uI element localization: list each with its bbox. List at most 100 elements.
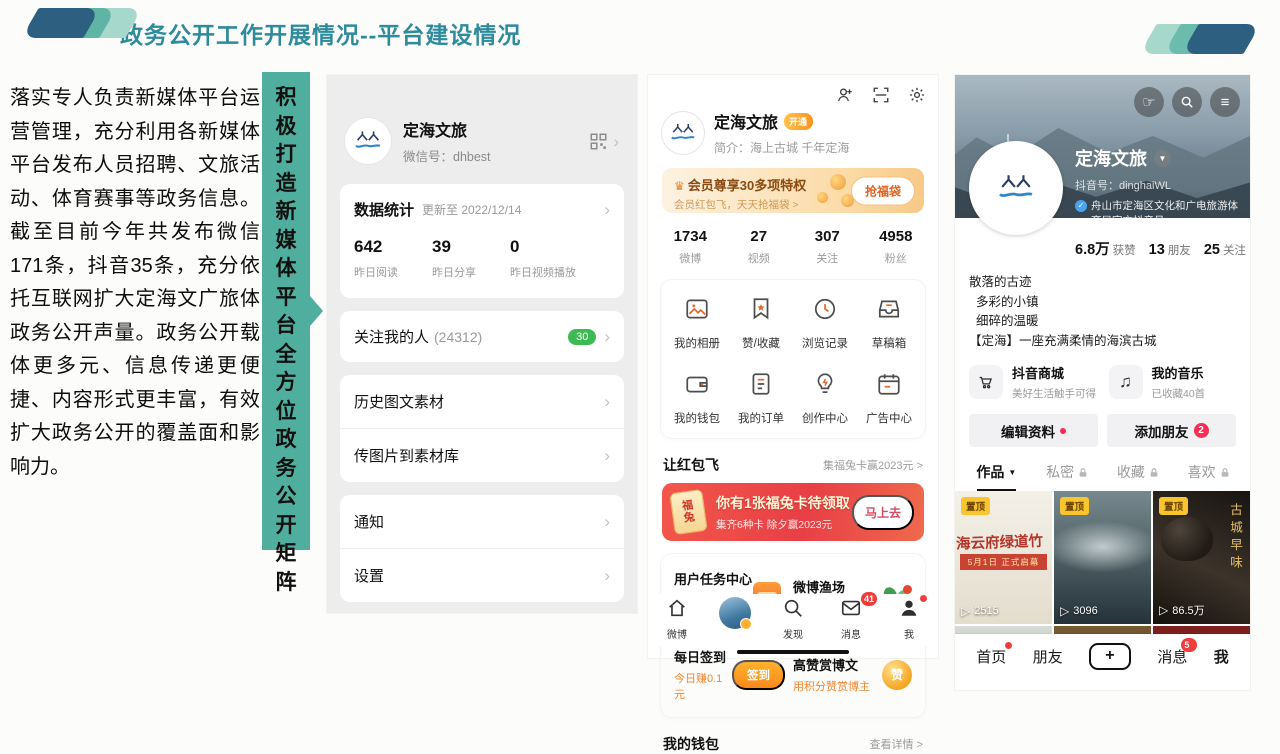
qr-code-icon[interactable] xyxy=(590,133,607,150)
stat-likes[interactable]: 6.8万获赞 xyxy=(1075,238,1136,259)
nav-me[interactable]: 我 xyxy=(1214,646,1229,667)
nav-label: 我 xyxy=(887,626,931,641)
stat-posts[interactable]: 1734微博 xyxy=(656,228,725,266)
chevron-right-icon[interactable]: › xyxy=(604,513,610,530)
menu-label: 通知 xyxy=(354,511,384,532)
go-now-button[interactable]: 马上去 xyxy=(852,495,914,530)
play-count: 2515 xyxy=(974,605,998,617)
settings-gear-icon[interactable] xyxy=(908,86,926,104)
bio-line: 【定海】一座充满柔情的海滨古城 xyxy=(969,332,1236,352)
shortcut-browse-history[interactable]: 浏览记录 xyxy=(793,296,857,351)
add-friends-button[interactable]: 添加朋友 2 xyxy=(1107,414,1236,447)
wallet-details-link[interactable]: 查看详情 > xyxy=(870,736,923,752)
menu-icon[interactable]: ≡ xyxy=(1210,87,1240,117)
video-thumbnail-3[interactable]: 置顶 古城早味 ▷86.5万 xyxy=(1153,491,1250,624)
tab-likes[interactable]: 喜欢 xyxy=(1173,462,1244,491)
video-caption-band: 5月1日 正式启幕 xyxy=(960,554,1047,570)
tab-works[interactable]: 作品▼ xyxy=(961,462,1032,491)
stat-fans[interactable]: 4958粉丝 xyxy=(862,228,931,266)
chevron-right-icon[interactable]: › xyxy=(604,393,610,410)
create-post-button[interactable]: + xyxy=(1089,643,1131,670)
nav-discover[interactable]: 发现 xyxy=(771,597,815,641)
weibo-account-name: 定海文旅 xyxy=(714,109,778,133)
stat-label: 昨日阅读 xyxy=(354,264,398,280)
grab-lucky-bag-button[interactable]: 抢福袋 xyxy=(851,176,915,205)
vertical-banner: 积极打造新媒体平台全方位政务公开矩阵 xyxy=(262,72,310,550)
nav-me[interactable]: 我 xyxy=(887,597,931,641)
add-friend-icon[interactable] xyxy=(836,86,854,104)
stat-friends[interactable]: 13朋友 xyxy=(1149,241,1191,259)
chevron-right-icon[interactable]: › xyxy=(604,447,610,464)
creator-bulb-icon xyxy=(812,371,838,397)
chevron-right-icon[interactable]: › xyxy=(604,328,610,345)
shortcut-ads-center[interactable]: 广告中心 xyxy=(857,371,921,426)
nav-friends[interactable]: 朋友 xyxy=(1033,646,1063,667)
shortcut-drafts[interactable]: 草稿箱 xyxy=(857,296,921,351)
history-clock-icon xyxy=(812,296,838,322)
lucky-rabbit-banner[interactable]: 福兔 你有1张福兔卡待领取 集齐6种卡 除夕赢2023元 马上去 xyxy=(662,483,924,541)
weibo-account-avatar[interactable] xyxy=(662,112,704,154)
nav-messages[interactable]: 消息 5 xyxy=(1157,646,1187,667)
wechat-account-avatar[interactable] xyxy=(345,118,391,164)
weibo-screenshot: 定海文旅 开通 简介：海上古城 千年定海 ♛会员尊享30多项特权 会员红包飞，天… xyxy=(648,75,938,658)
nav-messages[interactable]: 41 消息 xyxy=(829,597,873,641)
shortcut-my-album[interactable]: 我的相册 xyxy=(665,296,729,351)
hongbao-section-link[interactable]: 集福兔卡赢2023元 > xyxy=(823,457,923,473)
chevron-right-icon[interactable]: › xyxy=(604,567,610,584)
shortcut-my-music[interactable]: ♫ 我的音乐已收藏40首 xyxy=(1109,363,1237,401)
notification-dot xyxy=(1005,642,1012,649)
signin-button[interactable]: 签到 xyxy=(732,660,785,690)
tab-label: 喜欢 xyxy=(1188,462,1216,482)
nav-profile-avatar[interactable] xyxy=(713,597,757,629)
menu-item-settings[interactable]: 设置 › xyxy=(340,548,624,602)
video-caption: 海云府绿道竹 xyxy=(956,529,1052,553)
stat-following[interactable]: 25关注 xyxy=(1204,241,1246,259)
membership-badge[interactable]: 开通 xyxy=(784,113,813,130)
home-indicator xyxy=(737,650,849,654)
wechat-stats-header[interactable]: 数据统计 更新至 2022/12/14 › xyxy=(340,184,624,235)
search-icon[interactable] xyxy=(1172,87,1202,117)
nav-home[interactable]: 首页 xyxy=(976,646,1006,667)
task-daily-signin[interactable]: 每日签到今日赚0.1元 签到 xyxy=(674,647,793,702)
shortcut-likes-favorites[interactable]: 赞/收藏 xyxy=(729,296,793,351)
tab-private[interactable]: 私密 xyxy=(1032,462,1103,491)
wechat-screenshot: 定海文旅 微信号：dhbest › 数据统计 更新至 2022/12/14 › … xyxy=(327,75,637,613)
douyin-account-avatar[interactable] xyxy=(969,141,1063,235)
chevron-down-icon[interactable]: ▼ xyxy=(1154,150,1171,167)
bio-line: 散落的古迹 xyxy=(969,273,1236,293)
chevron-right-icon[interactable]: › xyxy=(604,201,610,218)
menu-item-notifications[interactable]: 通知 › xyxy=(340,495,624,548)
task-title: 用户任务中心 xyxy=(674,569,753,588)
shortcut-label: 赞/收藏 xyxy=(729,335,793,351)
shortcut-subtitle: 已收藏40首 xyxy=(1152,386,1206,401)
followers-row[interactable]: 关注我的人 (24312) 30 › xyxy=(340,311,624,362)
member-privilege-banner[interactable]: ♛会员尊享30多项特权 会员红包飞，天天抢福袋 > 抢福袋 xyxy=(662,168,924,213)
shortcut-douyin-mall[interactable]: 抖音商城美好生活触手可得 xyxy=(969,363,1097,401)
home-icon xyxy=(666,597,688,619)
hand-pointer-icon[interactable]: ☞ xyxy=(1134,87,1164,117)
tab-favorites[interactable]: 收藏 xyxy=(1103,462,1174,491)
menu-item-history-articles[interactable]: 历史图文素材 › xyxy=(340,375,624,428)
fortune-card: 福兔 xyxy=(669,489,708,535)
shortcut-my-wallet[interactable]: 我的钱包 xyxy=(665,371,729,426)
video-thumbnail-2[interactable]: 置顶 ▷3096 xyxy=(1054,491,1151,624)
edit-profile-button[interactable]: 编辑资料 xyxy=(969,414,1098,447)
shortcut-subtitle: 美好生活触手可得 xyxy=(1012,386,1096,401)
tab-label: 私密 xyxy=(1046,462,1074,482)
menu-item-upload-images[interactable]: 传图片到素材库 › xyxy=(340,428,624,482)
stat-value: 1734 xyxy=(656,228,725,245)
scan-icon[interactable] xyxy=(872,86,890,104)
button-label: 添加朋友 xyxy=(1135,421,1189,441)
tab-label: 收藏 xyxy=(1117,462,1145,482)
task-reward-posts[interactable]: 高赞赏博文用积分赞赏博主 赞 xyxy=(793,647,912,702)
stat-following[interactable]: 307关注 xyxy=(793,228,862,266)
stat-videos[interactable]: 27视频 xyxy=(725,228,794,266)
video-thumbnail-1[interactable]: 置顶 海云府绿道竹 5月1日 正式启幕 ▷2515 xyxy=(955,491,1052,624)
shortcut-my-orders[interactable]: 我的订单 xyxy=(729,371,793,426)
shortcut-creator-center[interactable]: 创作中心 xyxy=(793,371,857,426)
nav-weibo-home[interactable]: 微博 xyxy=(655,597,699,641)
weibo-bottom-nav: 微博 发现 41 消息 我 xyxy=(648,594,938,646)
content-tabs: 作品▼ 私密 收藏 喜欢 xyxy=(955,447,1250,491)
lock-icon xyxy=(1220,467,1230,478)
chevron-right-icon[interactable]: › xyxy=(613,133,619,150)
